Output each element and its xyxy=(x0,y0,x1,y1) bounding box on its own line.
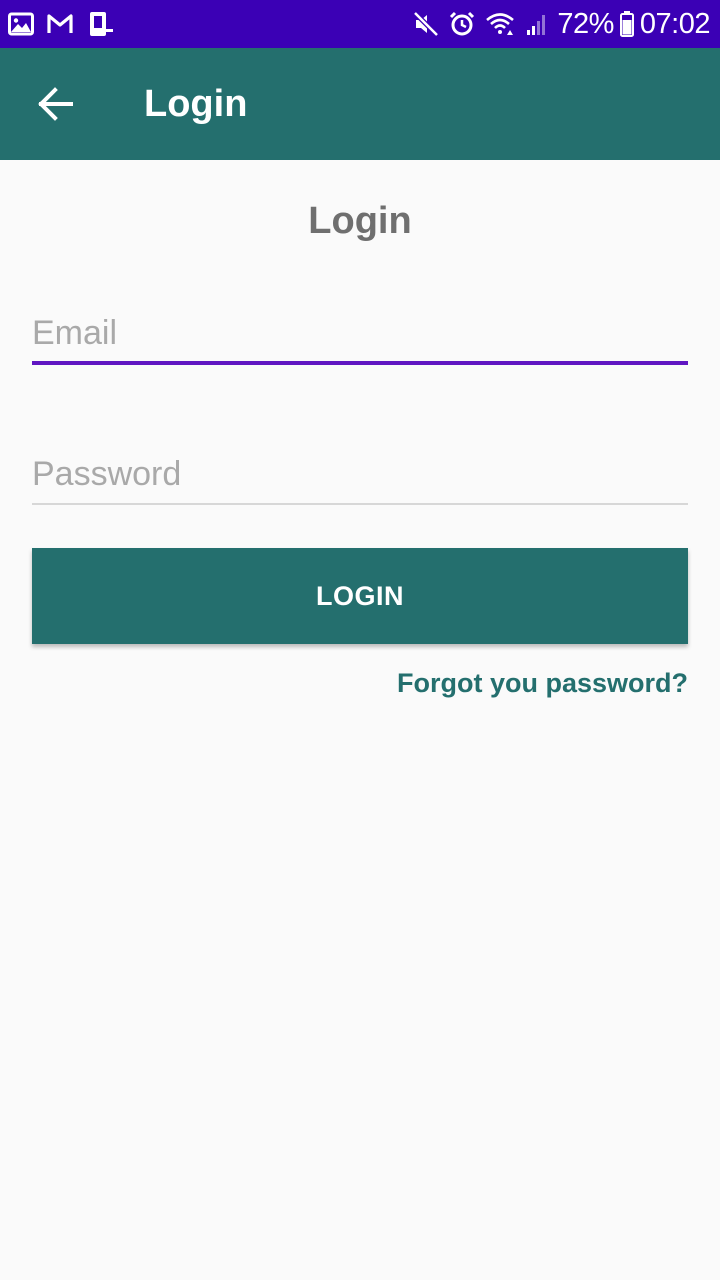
app-bar: Login xyxy=(0,48,720,160)
battery-percent: 72% xyxy=(557,7,614,40)
password-underline xyxy=(32,503,688,505)
back-button[interactable] xyxy=(28,76,84,132)
arrow-back-icon xyxy=(38,87,74,121)
status-right: 72% 07:02 xyxy=(403,7,711,41)
email-input[interactable] xyxy=(32,304,688,362)
battery-icon xyxy=(619,11,634,37)
alarm-icon xyxy=(449,11,475,37)
email-field[interactable] xyxy=(32,304,688,365)
status-left xyxy=(8,11,126,37)
gallery-icon xyxy=(8,12,34,36)
app-bar-title: Login xyxy=(144,82,248,125)
status-bar: 72% 07:02 xyxy=(0,0,720,48)
device-icon xyxy=(86,11,114,37)
email-underline xyxy=(32,361,688,365)
password-input[interactable] xyxy=(32,445,688,503)
login-button[interactable]: LOGIN xyxy=(32,548,688,644)
signal-icon xyxy=(525,12,549,36)
mute-icon xyxy=(413,11,440,37)
gmail-icon xyxy=(46,13,74,35)
forgot-password-link[interactable]: Forgot you password? xyxy=(397,668,688,699)
clock: 07:02 xyxy=(639,7,711,40)
page-title: Login xyxy=(308,200,412,242)
wifi-icon xyxy=(485,11,515,37)
password-field[interactable] xyxy=(32,445,688,505)
